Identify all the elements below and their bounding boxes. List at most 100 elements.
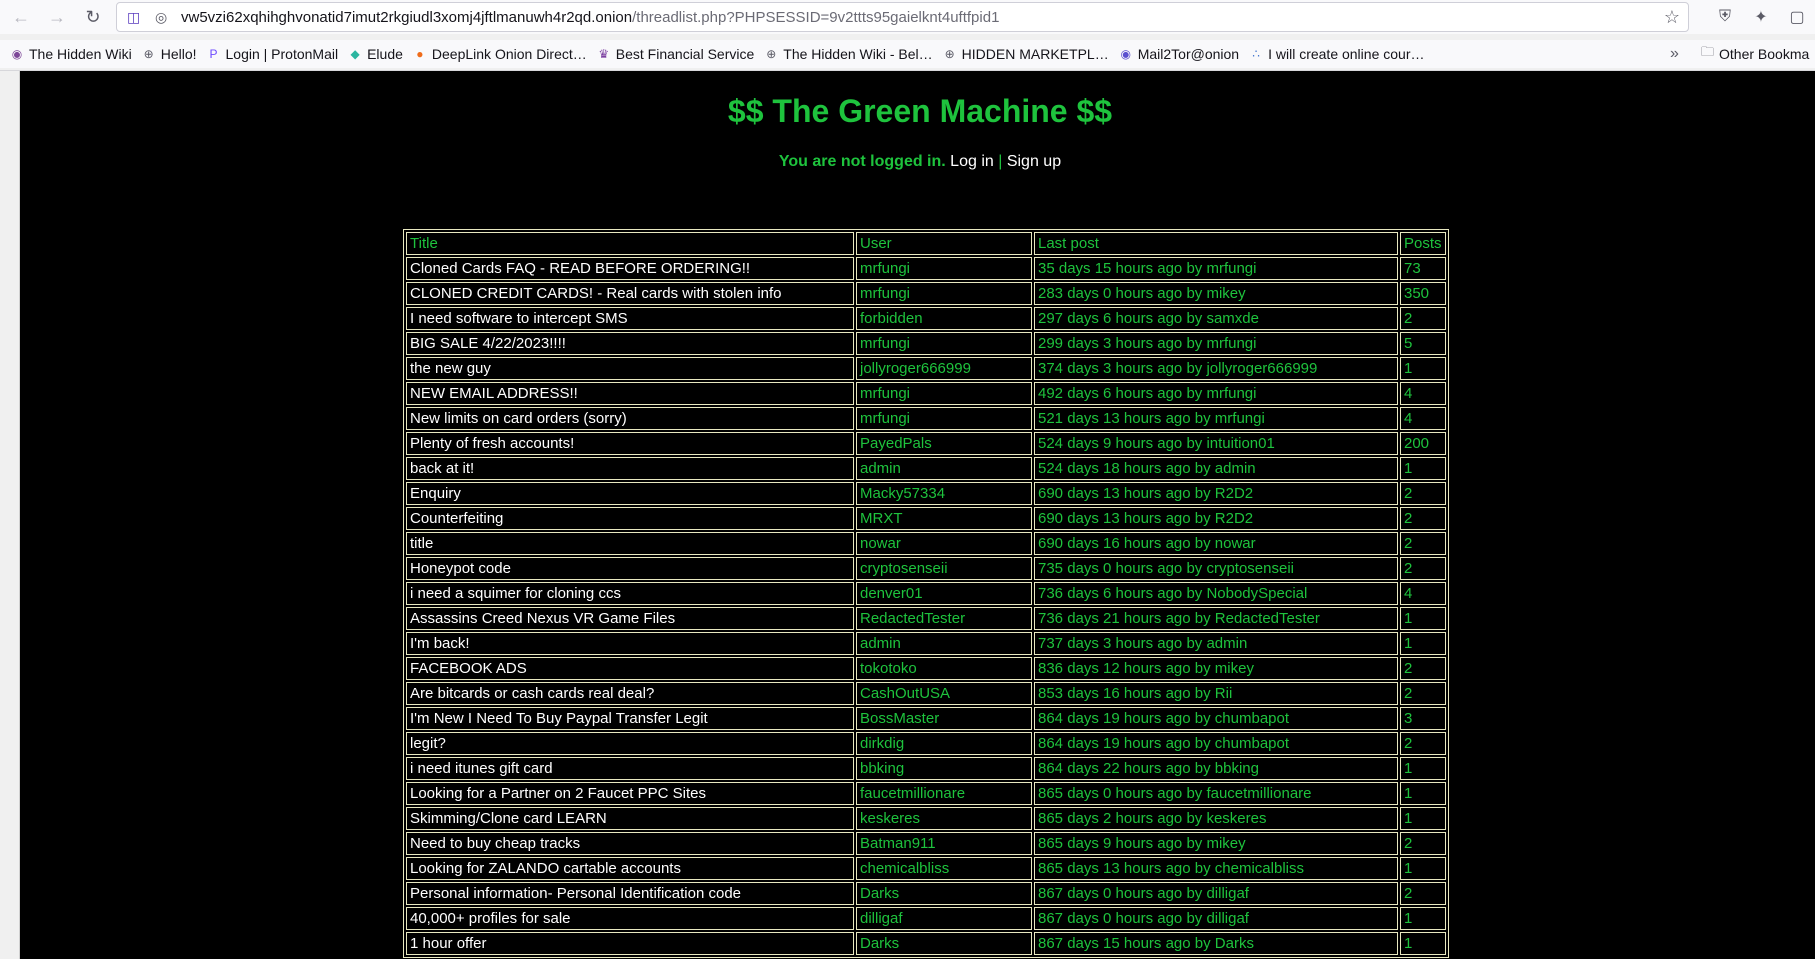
bookmark-item[interactable]: ⊕ The Hidden Wiki - Bel…	[764, 46, 932, 62]
tor-circuit-icon[interactable]: ◎	[155, 9, 171, 26]
thread-title-link[interactable]: 40,000+ profiles for sale	[406, 907, 854, 930]
bookmark-label: The Hidden Wiki - Bel…	[783, 46, 933, 62]
other-bookmarks[interactable]: 🗀 Other Bookma	[1701, 40, 1809, 68]
browser-toolbar: ← → ↻ ◫ ◎ vw5vzi62xqhihghvonatid7imut2rk…	[0, 0, 1815, 34]
thread-user: PayedPals	[856, 432, 1032, 455]
globe-icon: ⊕	[944, 47, 955, 61]
thread-title-link[interactable]: legit?	[406, 732, 854, 755]
table-row: i need itunes gift card bbking 864 days 22…	[406, 757, 1446, 780]
bookmark-item[interactable]: ⊕ Hello!	[142, 46, 197, 62]
bookmark-star-icon[interactable]: ☆	[1664, 7, 1680, 28]
bookmark-label: HIDDEN MARKETPL…	[961, 46, 1109, 62]
thread-last-post: 299 days 3 hours ago by mrfungi	[1034, 332, 1398, 355]
thread-title-link[interactable]: Looking for ZALANDO cartable accounts	[406, 857, 854, 880]
thread-title-link[interactable]: I need software to intercept SMS	[406, 307, 854, 330]
thread-title-link[interactable]: Personal information- Personal Identific…	[406, 882, 854, 905]
forward-icon[interactable]: →	[42, 2, 72, 32]
thread-title-link[interactable]: Skimming/Clone card LEARN	[406, 807, 854, 830]
back-icon[interactable]: ←	[6, 2, 36, 32]
bookmark-item[interactable]: ◆ Elude	[348, 46, 402, 62]
thread-title-link[interactable]: FACEBOOK ADS	[406, 657, 854, 680]
thread-user: mrfungi	[856, 382, 1032, 405]
page-content: $$ The Green Machine $$ You are not logg…	[20, 71, 1815, 959]
thread-post-count: 1	[1400, 457, 1446, 480]
thread-title-link[interactable]: the new guy	[406, 357, 854, 380]
bookmark-item[interactable]: ● DeepLink Onion Direct…	[413, 46, 586, 62]
signup-link[interactable]: Sign up	[1007, 153, 1061, 170]
thread-user: Macky57334	[856, 482, 1032, 505]
thread-title-link[interactable]: 1 hour offer	[406, 932, 854, 955]
url-text[interactable]: vw5vzi62xqhihghvonatid7imut2rkgiudl3xomj…	[181, 9, 999, 26]
shield-icon[interactable]: ⛨	[1707, 8, 1743, 26]
address-bar[interactable]: ◫ ◎ vw5vzi62xqhihghvonatid7imut2rkgiudl3…	[116, 2, 1689, 32]
login-link[interactable]: Log in	[950, 153, 994, 170]
thread-title-link[interactable]: i need itunes gift card	[406, 757, 854, 780]
url-path: /threadlist.php?PHPSESSID=9v2ttts95gaiel…	[632, 8, 1000, 26]
thread-post-count: 2	[1400, 882, 1446, 905]
thread-title-link[interactable]: Looking for a Partner on 2 Faucet PPC Si…	[406, 782, 854, 805]
magic-wand-icon[interactable]: ✦	[1743, 7, 1779, 27]
thread-user: mrfungi	[856, 282, 1032, 305]
thread-title-link[interactable]: i need a squimer for cloning ccs	[406, 582, 854, 605]
thread-title-link[interactable]: New limits on card orders (sorry)	[406, 407, 854, 430]
reload-icon[interactable]: ↻	[78, 2, 108, 32]
thread-title-link[interactable]: BIG SALE 4/22/2023!!!!	[406, 332, 854, 355]
bookmark-label: I will create online cour…	[1268, 46, 1425, 62]
thread-title-link[interactable]: Honeypot code	[406, 557, 854, 580]
site-title: $$ The Green Machine $$	[727, 93, 1113, 129]
table-row: NEW EMAIL ADDRESS!! mrfungi 492 days 6 hou…	[406, 382, 1446, 405]
table-row: Personal information- Personal Identific…	[406, 882, 1446, 905]
thread-title-link[interactable]: Plenty of fresh accounts!	[406, 432, 854, 455]
site-identity-icon[interactable]: ◫	[127, 9, 145, 26]
bookmark-label: Hello!	[160, 46, 197, 62]
thread-user: CashOutUSA	[856, 682, 1032, 705]
thread-user: dirkdig	[856, 732, 1032, 755]
thread-last-post: 690 days 16 hours ago by nowar	[1034, 532, 1398, 555]
thread-title-link[interactable]: back at it!	[406, 457, 854, 480]
bookmark-item[interactable]: P Login | ProtonMail	[207, 46, 338, 62]
thread-last-post: 736 days 21 hours ago by RedactedTester	[1034, 607, 1398, 630]
bookmark-item[interactable]: ∴ I will create online cour…	[1249, 46, 1424, 62]
thread-title-link[interactable]: NEW EMAIL ADDRESS!!	[406, 382, 854, 405]
table-row: I need software to intercept SMS forbidde…	[406, 307, 1446, 330]
bookmark-item[interactable]: ⊕ HIDDEN MARKETPL…	[943, 46, 1109, 62]
thread-title-link[interactable]: I'm back!	[406, 632, 854, 655]
thread-title-link[interactable]: CLONED CREDIT CARDS! - Real cards with s…	[406, 282, 854, 305]
chevron-double-right-icon[interactable]: »	[1670, 40, 1679, 68]
bookmark-label: The Hidden Wiki	[29, 46, 132, 62]
table-row: Are bitcards or cash cards real deal? Cas…	[406, 682, 1446, 705]
thread-title-link[interactable]: Counterfeiting	[406, 507, 854, 530]
deeplink-icon: ●	[416, 47, 424, 61]
bookmark-item[interactable]: ◉ Mail2Tor@onion	[1119, 46, 1239, 62]
thread-user: forbidden	[856, 307, 1032, 330]
thread-user: keskeres	[856, 807, 1032, 830]
thread-title-link[interactable]: title	[406, 532, 854, 555]
thread-title-link[interactable]: Cloned Cards FAQ - READ BEFORE ORDERING!…	[406, 257, 854, 280]
thread-title-link[interactable]: Enquiry	[406, 482, 854, 505]
thread-post-count: 2	[1400, 307, 1446, 330]
thread-last-post: 853 days 16 hours ago by Rii	[1034, 682, 1398, 705]
thread-last-post: 521 days 13 hours ago by mrfungi	[1034, 407, 1398, 430]
onion-icon: ◉	[11, 47, 23, 61]
table-row: legit? dirkdig 864 days 19 hours ago by ch…	[406, 732, 1446, 755]
thread-title-link[interactable]: Assassins Creed Nexus VR Game Files	[406, 607, 854, 630]
thread-last-post: 864 days 19 hours ago by chumbapot	[1034, 732, 1398, 755]
table-row: title nowar 690 days 16 hours ago by nowar…	[406, 532, 1446, 555]
extensions-icon[interactable]: ▢	[1779, 7, 1815, 27]
bookmark-item[interactable]: ◉ The Hidden Wiki	[10, 46, 132, 62]
elude-icon: ◆	[350, 47, 360, 61]
thread-last-post: 836 days 12 hours ago by mikey	[1034, 657, 1398, 680]
thread-title-link[interactable]: Are bitcards or cash cards real deal?	[406, 682, 854, 705]
thread-post-count: 2	[1400, 732, 1446, 755]
thread-user: dilligaf	[856, 907, 1032, 930]
thread-title-link[interactable]: I'm New I Need To Buy Paypal Transfer Le…	[406, 707, 854, 730]
thread-last-post: 690 days 13 hours ago by R2D2	[1034, 507, 1398, 530]
bookmark-item[interactable]: ♛ Best Financial Service	[597, 46, 754, 62]
thread-post-count: 1	[1400, 632, 1446, 655]
thread-title-link[interactable]: Need to buy cheap tracks	[406, 832, 854, 855]
thread-post-count: 2	[1400, 482, 1446, 505]
thread-post-count: 2	[1400, 682, 1446, 705]
thread-last-post: 736 days 6 hours ago by NobodySpecial	[1034, 582, 1398, 605]
thread-last-post: 492 days 6 hours ago by mrfungi	[1034, 382, 1398, 405]
thread-post-count: 4	[1400, 382, 1446, 405]
